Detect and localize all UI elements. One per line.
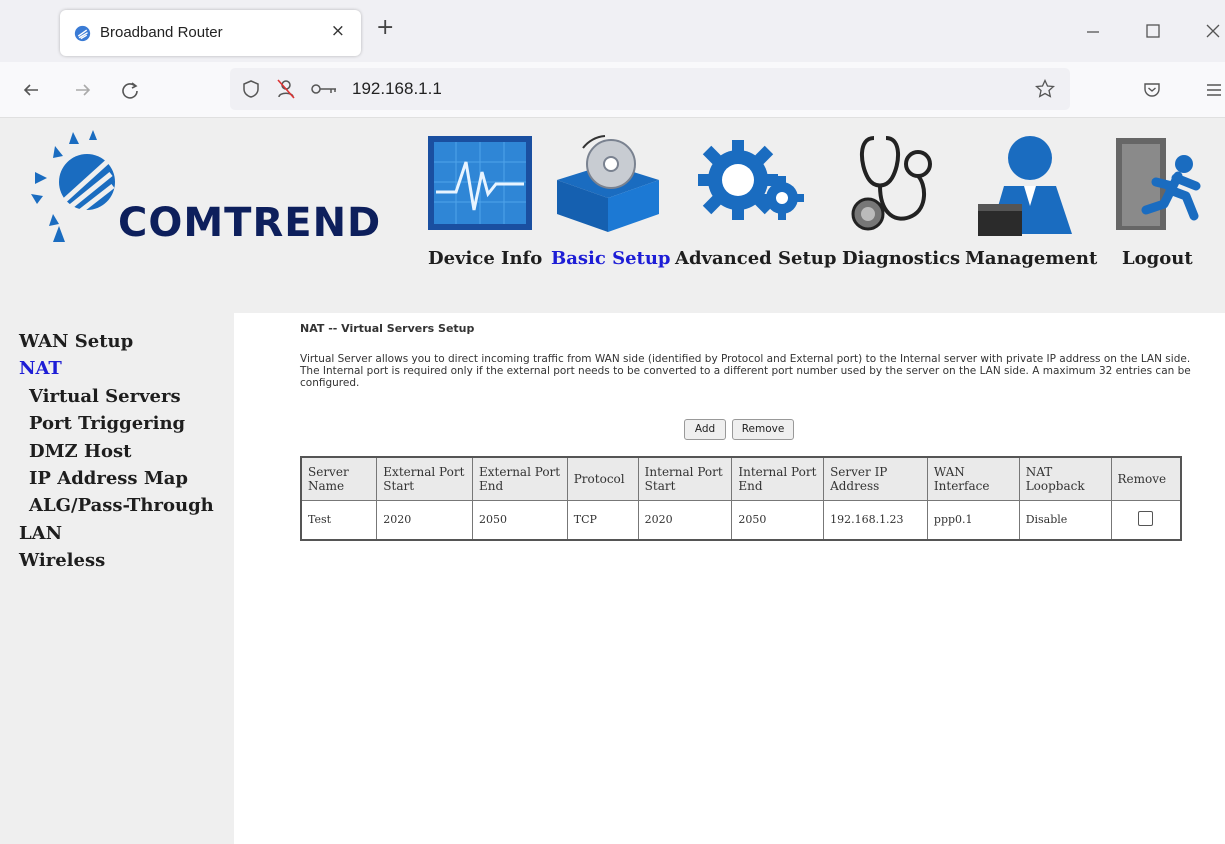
url-text[interactable]: 192.168.1.1: [352, 79, 442, 99]
table-row: Test 2020 2050 TCP 2020 2050 192.168.1.2…: [300, 499, 1182, 541]
device-info-icon[interactable]: [426, 132, 534, 234]
maximize-icon[interactable]: [1146, 24, 1160, 38]
table-cell: 2020: [637, 499, 733, 541]
url-bar[interactable]: 192.168.1.1: [230, 68, 1070, 110]
browser-tab-bar: Broadband Router × +: [0, 0, 1225, 62]
column-header: NAT Loopback: [1018, 456, 1112, 501]
diagnostics-icon[interactable]: [846, 134, 940, 234]
sidebar-item-ip-address-map[interactable]: IP Address Map: [29, 468, 188, 489]
page-description: Virtual Server allows you to direct inco…: [300, 353, 1191, 389]
nav-basic-setup[interactable]: Basic Setup: [551, 248, 671, 269]
advanced-setup-icon[interactable]: [696, 134, 806, 234]
add-button[interactable]: Add: [684, 419, 726, 440]
column-header: External Port Start: [376, 456, 474, 501]
table-cell: TCP: [566, 499, 639, 541]
column-header: Server IP Address: [823, 456, 928, 501]
table-header-row: Server Name External Port Start External…: [300, 456, 1182, 501]
nav-logout[interactable]: Logout: [1122, 248, 1193, 269]
sidebar-item-wan-setup[interactable]: WAN Setup: [19, 331, 133, 352]
sidebar-item-alg-pass-through[interactable]: ALG/Pass-Through: [29, 495, 214, 516]
column-header: WAN Interface: [926, 456, 1020, 501]
shield-icon[interactable]: [242, 79, 260, 99]
table-cell: Disable: [1018, 499, 1112, 541]
tab-title: Broadband Router: [100, 24, 223, 41]
logout-icon[interactable]: [1112, 134, 1206, 234]
close-icon[interactable]: [1206, 24, 1220, 38]
reload-icon[interactable]: [120, 80, 140, 100]
browser-tab[interactable]: Broadband Router ×: [60, 10, 361, 56]
table-cell: 192.168.1.23: [823, 499, 928, 541]
sidebar-item-lan[interactable]: LAN: [19, 523, 62, 544]
pocket-icon[interactable]: [1143, 81, 1161, 99]
nav-device-info[interactable]: Device Info: [428, 248, 542, 269]
menu-icon[interactable]: [1206, 82, 1222, 98]
left-menu: WAN Setup NAT Virtual Servers Port Trigg…: [0, 313, 234, 844]
brand-wordmark: COMTREND: [118, 200, 382, 246]
table-cell: 2050: [472, 499, 568, 541]
column-header: Internal Port Start: [637, 456, 733, 501]
comtrend-logo-icon: [31, 130, 115, 242]
main-content: NAT -- Virtual Servers Setup Virtual Ser…: [234, 313, 1225, 844]
remove-checkbox[interactable]: [1138, 510, 1154, 526]
back-icon[interactable]: [22, 81, 40, 99]
sidebar-item-dmz-host[interactable]: DMZ Host: [29, 441, 131, 462]
column-header: Internal Port End: [731, 456, 825, 501]
comtrend-favicon-icon: [74, 25, 91, 42]
browser-nav-bar: 192.168.1.1: [0, 62, 1225, 118]
tab-close-icon[interactable]: ×: [331, 21, 345, 41]
table-cell: Test: [300, 499, 378, 541]
column-header: Remove: [1110, 456, 1182, 501]
table-cell: 2020: [376, 499, 474, 541]
nav-diagnostics[interactable]: Diagnostics: [842, 248, 960, 269]
minimize-icon[interactable]: [1085, 22, 1101, 38]
sidebar-item-nat[interactable]: NAT: [19, 358, 62, 379]
table-cell: 2050: [731, 499, 825, 541]
page-title: NAT -- Virtual Servers Setup: [300, 322, 475, 335]
basic-setup-icon[interactable]: [553, 134, 663, 234]
nav-advanced-setup[interactable]: Advanced Setup: [675, 248, 836, 269]
sidebar-item-port-triggering[interactable]: Port Triggering: [29, 413, 185, 434]
sidebar-item-virtual-servers[interactable]: Virtual Servers: [29, 386, 181, 407]
table-cell: [1110, 499, 1182, 541]
key-icon: [311, 84, 336, 94]
virtual-servers-table: Server Name External Port Start External…: [300, 456, 1182, 541]
sidebar-item-wireless[interactable]: Wireless: [19, 550, 105, 571]
no-camera-icon[interactable]: [276, 78, 296, 100]
forward-icon[interactable]: [74, 81, 92, 99]
table-cell: ppp0.1: [926, 499, 1020, 541]
remove-button[interactable]: Remove: [732, 419, 794, 440]
management-icon[interactable]: [974, 134, 1078, 238]
nav-management[interactable]: Management: [965, 248, 1097, 269]
column-header: Protocol: [566, 456, 639, 501]
column-header: External Port End: [472, 456, 568, 501]
router-header: COMTREND Device Info Basic Setup Advance…: [0, 118, 1225, 313]
column-header: Server Name: [300, 456, 378, 501]
new-tab-icon[interactable]: +: [376, 17, 394, 39]
bookmark-star-icon[interactable]: [1035, 79, 1055, 99]
